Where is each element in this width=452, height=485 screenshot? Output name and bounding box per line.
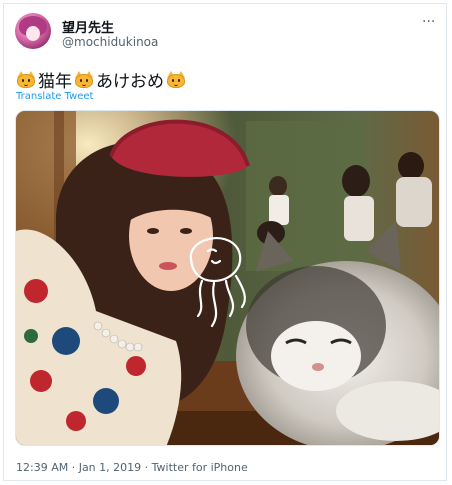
tweet-text-part-2: あけおめ xyxy=(96,72,164,92)
more-options-icon[interactable]: ··· xyxy=(422,15,438,29)
user-handle[interactable]: @mochidukinoa xyxy=(62,35,158,49)
cat-emoji-icon xyxy=(166,70,186,89)
translate-tweet-link[interactable]: Translate Tweet xyxy=(16,91,93,102)
display-name[interactable]: 望月先生 xyxy=(62,17,114,36)
tweet-timestamp[interactable]: 12:39 AM · Jan 1, 2019 · Twitter for iPh… xyxy=(16,461,248,474)
cat-emoji-icon xyxy=(74,70,94,89)
photo-image xyxy=(16,111,439,445)
tweet-text: 猫年 あけおめ xyxy=(16,67,186,92)
tweet-text-part-1: 猫年 xyxy=(38,72,72,92)
tweet-photo[interactable] xyxy=(15,110,440,446)
tweet-card[interactable]: 望月先生 @mochidukinoa ··· 猫年 あけおめ Translate… xyxy=(3,3,447,481)
cat-emoji-icon xyxy=(16,70,36,89)
avatar[interactable] xyxy=(15,13,51,49)
